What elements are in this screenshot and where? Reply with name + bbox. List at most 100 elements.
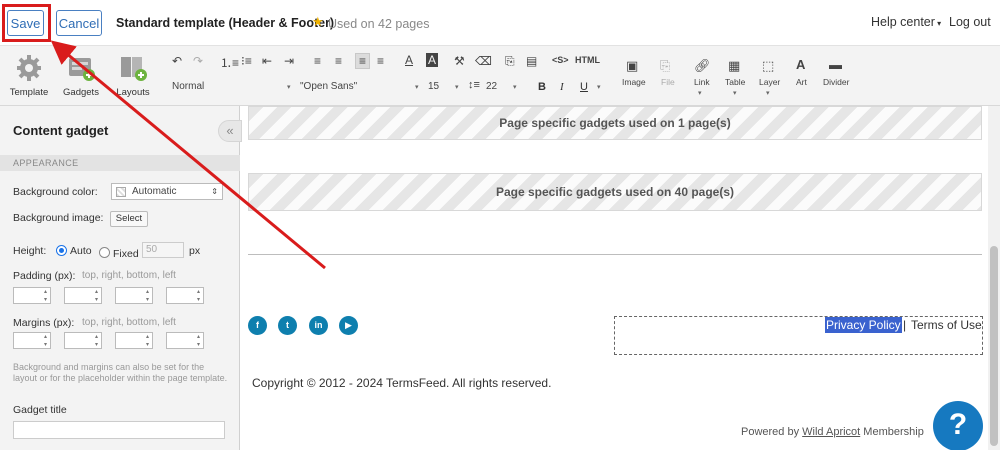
file-label: File bbox=[661, 77, 675, 87]
format-caret-icon[interactable]: ▾ bbox=[287, 83, 291, 91]
scrollbar-thumb[interactable] bbox=[990, 246, 998, 446]
layouts-tool[interactable]: Layouts bbox=[110, 54, 156, 98]
linkedin-icon[interactable]: in bbox=[309, 316, 328, 335]
justify-icon[interactable]: ≡ bbox=[377, 54, 384, 68]
file-icon[interactable]: ⎘ bbox=[660, 58, 670, 74]
bg-image-label: Background image: bbox=[13, 212, 104, 224]
table-caret-icon[interactable]: ▾ bbox=[733, 89, 737, 97]
align-right-icon[interactable]: ≡ bbox=[355, 53, 371, 69]
divider-icon[interactable]: ▬ bbox=[829, 57, 842, 72]
powered-prefix: Powered by bbox=[741, 426, 800, 438]
source-button[interactable]: <S> bbox=[552, 55, 569, 65]
line-height-select[interactable]: 22 bbox=[486, 81, 497, 92]
cancel-button[interactable]: Cancel bbox=[56, 10, 102, 36]
layer-caret-icon[interactable]: ▾ bbox=[766, 89, 770, 97]
italic-icon[interactable]: I bbox=[560, 81, 564, 93]
collapse-panel-icon[interactable]: « bbox=[218, 120, 242, 142]
bg-color-value: Automatic bbox=[132, 186, 177, 197]
gadgets-tool[interactable]: Gadgets bbox=[58, 54, 104, 98]
align-center-icon[interactable]: ≡ bbox=[335, 54, 342, 68]
link-icon[interactable]: 🔗︎ bbox=[694, 58, 711, 74]
art-icon[interactable]: A bbox=[796, 57, 805, 72]
used-on-count[interactable]: Used on 42 pages bbox=[328, 17, 429, 31]
height-fixed-input[interactable]: 50 bbox=[142, 242, 184, 258]
margin-top-input[interactable] bbox=[13, 332, 51, 349]
height-auto-radio[interactable] bbox=[56, 245, 67, 256]
outdent-icon[interactable]: ⇤ bbox=[262, 54, 272, 68]
layouts-tool-label: Layouts bbox=[116, 87, 150, 98]
content-divider bbox=[248, 254, 982, 255]
paste-icon[interactable]: ▤ bbox=[526, 54, 537, 68]
padding-left-input[interactable] bbox=[166, 287, 204, 304]
padding-bottom-input[interactable] bbox=[115, 287, 153, 304]
template-tool[interactable]: Template bbox=[6, 54, 52, 98]
padding-top-input[interactable] bbox=[13, 287, 51, 304]
underline-icon[interactable]: U bbox=[580, 81, 588, 93]
updown-arrow-icon: ⇕ bbox=[211, 187, 218, 196]
numbered-list-icon[interactable]: ⒈≡ bbox=[220, 54, 239, 71]
image-icon[interactable]: ▣ bbox=[626, 58, 638, 74]
font-caret-icon[interactable]: ▾ bbox=[415, 83, 419, 91]
editor-toolbar: Template Gadgets Layouts ↶ ↷ ⒈≡ ⁝≡ ⇤ ⇥ ≡… bbox=[0, 46, 1000, 106]
wild-apricot-link[interactable]: Wild Apricot bbox=[802, 426, 860, 438]
help-bubble-button[interactable]: ? bbox=[933, 401, 983, 450]
layer-icon[interactable]: ⬚ bbox=[762, 58, 774, 74]
help-center-label: Help center bbox=[871, 15, 935, 29]
text-style-caret-icon[interactable]: ▾ bbox=[597, 83, 601, 91]
padding-hint: top, right, bottom, left bbox=[82, 270, 176, 281]
powered-suffix: Membership bbox=[863, 426, 924, 438]
link-caret-icon[interactable]: ▾ bbox=[698, 89, 702, 97]
font-size-select[interactable]: 15 bbox=[428, 81, 439, 92]
caret-down-icon: ▾ bbox=[934, 19, 942, 28]
log-out-link[interactable]: Log out bbox=[949, 15, 991, 29]
height-fixed-label: Fixed bbox=[113, 248, 139, 260]
page-gadgets-strip-2[interactable]: Page specific gadgets used on 40 page(s) bbox=[248, 173, 982, 211]
undo-icon[interactable]: ↶ bbox=[172, 54, 182, 68]
html-button[interactable]: HTML bbox=[575, 55, 600, 65]
text-color-icon[interactable]: A bbox=[405, 53, 413, 67]
line-height-icon: ↕≡ bbox=[468, 79, 480, 91]
bg-color-select[interactable]: Automatic ⇕ bbox=[111, 183, 223, 200]
link-separator: | bbox=[903, 318, 907, 332]
bg-color-label: Background color: bbox=[13, 186, 98, 198]
gadgets-icon bbox=[66, 54, 96, 82]
table-icon[interactable]: ▦ bbox=[728, 58, 740, 74]
padding-right-input[interactable] bbox=[64, 287, 102, 304]
facebook-icon[interactable]: f bbox=[248, 316, 267, 335]
margin-bottom-input[interactable] bbox=[115, 332, 153, 349]
height-fixed-radio[interactable] bbox=[99, 247, 110, 258]
appearance-note: Background and margins can also be set f… bbox=[13, 362, 228, 383]
align-left-icon[interactable]: ≡ bbox=[314, 54, 321, 68]
panel-title: Content gadget bbox=[13, 123, 109, 138]
page-gadgets-strip-2-label: Page specific gadgets used on 40 page(s) bbox=[495, 185, 735, 199]
font-select[interactable]: "Open Sans" bbox=[300, 81, 357, 92]
image-label: Image bbox=[622, 77, 646, 87]
indent-icon[interactable]: ⇥ bbox=[284, 54, 294, 68]
line-height-caret-icon[interactable]: ▾ bbox=[513, 83, 517, 91]
gadget-title-label: Gadget title bbox=[13, 404, 67, 416]
eraser-icon[interactable]: ⌫ bbox=[475, 54, 492, 68]
select-image-button[interactable]: Select bbox=[110, 211, 148, 227]
help-center-menu[interactable]: Help center ▾ bbox=[871, 15, 941, 29]
bold-icon[interactable]: B bbox=[538, 81, 546, 93]
font-size-caret-icon[interactable]: ▾ bbox=[455, 83, 459, 91]
margin-right-input[interactable] bbox=[64, 332, 102, 349]
page-gadgets-strip-1[interactable]: Page specific gadgets used on 1 page(s) bbox=[248, 106, 982, 140]
terms-of-use-link[interactable]: Terms of Use bbox=[911, 318, 982, 332]
twitter-icon[interactable]: t bbox=[278, 316, 297, 335]
redo-icon[interactable]: ↷ bbox=[193, 54, 203, 68]
margin-left-input[interactable] bbox=[166, 332, 204, 349]
gadget-title-input[interactable] bbox=[13, 421, 225, 439]
youtube-icon[interactable]: ▶ bbox=[339, 316, 358, 335]
privacy-policy-link[interactable]: Privacy Policy bbox=[825, 317, 902, 333]
height-label: Height: bbox=[13, 245, 47, 257]
highlight-color-icon[interactable]: A bbox=[426, 53, 439, 67]
canvas-scrollbar[interactable] bbox=[988, 106, 1000, 450]
format-painter-icon[interactable]: ⚒ bbox=[454, 54, 465, 68]
save-button[interactable]: Save bbox=[7, 10, 44, 36]
copy-icon[interactable]: ⎘ bbox=[505, 54, 515, 69]
bullet-list-icon[interactable]: ⁝≡ bbox=[241, 54, 252, 68]
format-select[interactable]: Normal bbox=[172, 81, 204, 92]
template-tool-label: Template bbox=[9, 87, 49, 98]
layouts-icon bbox=[118, 54, 148, 82]
